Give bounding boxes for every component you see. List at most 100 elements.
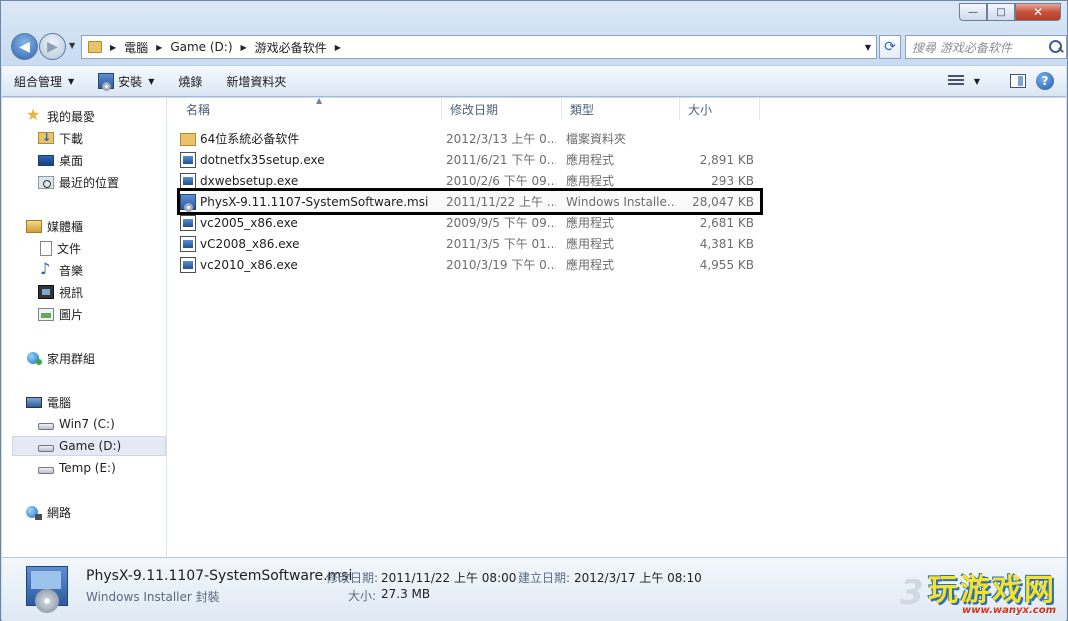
nav-label: 最近的位置 <box>59 175 120 190</box>
file-date: 2011/3/5 下午 01... <box>446 237 556 251</box>
search-box[interactable]: 搜尋 游戏必备软件 <box>905 35 1067 59</box>
nav-label: Game (D:) <box>59 439 122 453</box>
file-name: PhysX-9.11.1107-SystemSoftware.msi <box>200 194 429 209</box>
sort-ascending-icon: ▲ <box>316 96 323 105</box>
navigation-row: ◀ ▶ ▼ ▶ 電腦 ▶ Game (D:) ▶ 游戏必备软件 ▶ ▼ ⟳ 搜尋… <box>9 31 1067 61</box>
nav-libraries[interactable]: 媒體櫃 <box>26 216 186 236</box>
breadcrumb-drive[interactable]: Game (D:) <box>170 40 232 54</box>
chevron-down-icon[interactable]: ▼ <box>974 77 980 86</box>
nav-label: 網路 <box>47 505 72 520</box>
content-area: 我的最愛 下載 桌面 最近的位置 媒體櫃 文件 <box>2 96 1066 557</box>
desktop-icon <box>38 154 54 166</box>
installer-icon <box>180 193 196 212</box>
watermark-text: 玩游戏网 <box>928 572 1056 608</box>
nav-label: 圖片 <box>59 307 84 322</box>
explorer-window: — □ ✕ ◀ ▶ ▼ ▶ 電腦 ▶ Game (D:) ▶ 游戏必备软件 ▶ … <box>0 0 1068 621</box>
file-row[interactable]: vC2008_x86.exe 2011/3/5 下午 01... 應用程式 4,… <box>180 233 760 254</box>
search-input[interactable]: 搜尋 游戏必备软件 <box>912 39 1046 56</box>
chevron-right-icon[interactable]: ▶ <box>110 43 116 52</box>
command-bar: 組合管理 ▼ 安裝 ▼ 燒錄 新增資料夾 ▼ ? <box>2 65 1066 97</box>
exe-icon <box>180 256 196 273</box>
file-row[interactable]: dxwebsetup.exe 2010/2/6 下午 09... 應用程式 29… <box>180 170 760 191</box>
column-size-label: 大小 <box>688 102 713 117</box>
nav-label: Win7 (C:) <box>59 417 115 431</box>
help-icon[interactable]: ? <box>1036 72 1054 90</box>
homegroup-icon <box>26 350 42 366</box>
details-file-name: PhysX-9.11.1107-SystemSoftware.msi <box>86 568 353 584</box>
column-header-name[interactable]: 名稱 ▲ <box>178 96 442 120</box>
preview-pane-icon[interactable] <box>1010 74 1026 88</box>
installer-large-icon <box>26 566 68 613</box>
file-name: dotnetfx35setup.exe <box>200 152 325 167</box>
nav-network[interactable]: 網路 <box>26 502 186 522</box>
star-icon <box>26 105 42 124</box>
refresh-button[interactable]: ⟳ <box>879 35 901 59</box>
recent-pages-dropdown[interactable]: ▼ <box>69 41 75 50</box>
file-type: 應用程式 <box>566 174 615 188</box>
install-label: 安裝 <box>118 74 143 89</box>
folder-icon <box>180 133 196 146</box>
nav-label: 我的最愛 <box>47 109 96 124</box>
burn-button[interactable]: 燒錄 <box>166 66 214 96</box>
file-name: 64位系統必备软件 <box>200 132 300 146</box>
forward-button[interactable]: ▶ <box>39 33 66 60</box>
breadcrumb-folder[interactable]: 游戏必备软件 <box>255 39 327 56</box>
exe-icon <box>180 151 196 168</box>
file-type: 應用程式 <box>566 216 615 230</box>
drive-icon <box>38 467 54 474</box>
nav-label: 文件 <box>57 241 82 256</box>
file-row-selected[interactable]: PhysX-9.11.1107-SystemSoftware.msi 2011/… <box>177 188 763 215</box>
minimize-button[interactable]: — <box>959 3 987 21</box>
navigation-pane: 我的最愛 下載 桌面 最近的位置 媒體櫃 文件 <box>2 98 167 557</box>
file-type: 應用程式 <box>566 153 615 167</box>
chevron-right-icon[interactable]: ▶ <box>241 43 247 52</box>
file-row[interactable]: vc2005_x86.exe 2009/9/5 下午 09... 應用程式 2,… <box>180 212 760 233</box>
column-header-size[interactable]: 大小 <box>680 98 760 120</box>
nav-label: 家用群組 <box>47 351 96 366</box>
file-date: 2011/6/21 下午 0... <box>446 153 556 167</box>
address-bar[interactable]: ▶ 電腦 ▶ Game (D:) ▶ 游戏必备软件 ▶ ▼ <box>81 35 877 59</box>
file-date: 2010/2/6 下午 09... <box>446 174 556 188</box>
file-date: 2009/9/5 下午 09... <box>446 216 556 230</box>
nav-computer[interactable]: 電腦 <box>26 392 186 412</box>
address-dropdown[interactable]: ▼ <box>860 36 876 58</box>
file-type: 檔案資料夾 <box>566 132 627 146</box>
file-date: 2010/3/19 下午 0... <box>446 258 556 272</box>
organize-button[interactable]: 組合管理 ▼ <box>2 66 86 96</box>
nav-drive-d[interactable]: Game (D:) <box>12 436 166 456</box>
site-watermark-logo: 3 玩游戏网 www.wanyx.com <box>900 561 1056 619</box>
chevron-right-icon[interactable]: ▶ <box>156 43 162 52</box>
nav-favorites[interactable]: 我的最愛 <box>26 105 186 126</box>
column-header-date[interactable]: 修改日期 <box>442 98 562 120</box>
details-size-value: 27.3 MB <box>381 587 431 601</box>
new-folder-button[interactable]: 新增資料夾 <box>214 66 298 96</box>
burn-label: 燒錄 <box>178 74 203 89</box>
breadcrumb-computer[interactable]: 電腦 <box>124 39 148 56</box>
close-button[interactable]: ✕ <box>1015 3 1061 21</box>
column-date-label: 修改日期 <box>450 102 499 117</box>
view-controls: ▼ ? <box>947 72 1066 90</box>
watermark-digit: 3 <box>900 573 924 613</box>
nav-homegroup[interactable]: 家用群組 <box>26 348 186 368</box>
details-pane: PhysX-9.11.1107-SystemSoftware.msi Windo… <box>2 557 1066 621</box>
video-icon <box>38 285 54 299</box>
search-icon[interactable] <box>1046 37 1066 57</box>
exe-icon <box>180 172 196 189</box>
file-size: 4,955 KB <box>699 257 754 272</box>
chevron-right-icon[interactable]: ▶ <box>335 43 341 52</box>
file-date: 2011/11/22 上午 ... <box>446 195 556 209</box>
details-created-label: 建立日期: <box>518 571 571 585</box>
file-row[interactable]: vc2010_x86.exe 2010/3/19 下午 0... 應用程式 4,… <box>180 254 760 275</box>
document-icon <box>40 240 52 256</box>
install-button[interactable]: 安裝 ▼ <box>86 66 166 96</box>
maximize-button[interactable]: □ <box>987 3 1015 21</box>
column-header-type[interactable]: 類型 <box>562 98 680 120</box>
back-button[interactable]: ◀ <box>11 33 38 60</box>
view-options-icon[interactable] <box>947 75 964 87</box>
file-type: 應用程式 <box>566 237 615 251</box>
nav-label: 媒體櫃 <box>47 219 84 234</box>
pictures-icon <box>38 307 54 321</box>
file-row[interactable]: 64位系統必备软件 2012/3/13 上午 0... 檔案資料夾 <box>180 128 760 149</box>
file-row[interactable]: dotnetfx35setup.exe 2011/6/21 下午 0... 應用… <box>180 149 760 170</box>
column-type-label: 類型 <box>570 102 595 117</box>
